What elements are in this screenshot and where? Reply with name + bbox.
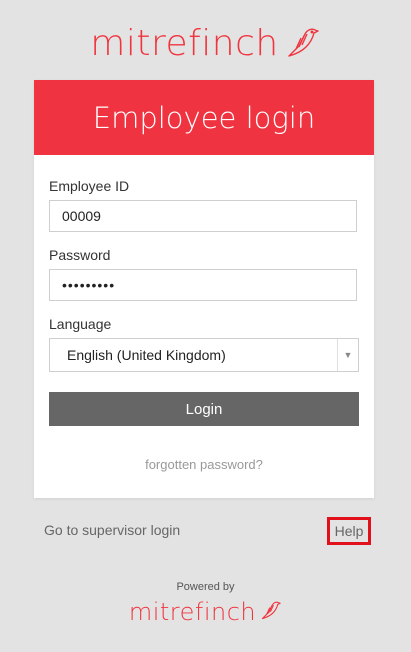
help-link[interactable]: Help: [327, 517, 371, 545]
forgot-password-link[interactable]: forgotten password?: [34, 457, 374, 472]
footer-brand-name: mitrefinch: [128, 598, 257, 626]
help-label: Help: [334, 523, 364, 539]
employee-id-label: Employee ID: [49, 178, 130, 194]
supervisor-login-link[interactable]: Go to supervisor login: [44, 522, 180, 538]
password-field[interactable]: •••••••••: [49, 269, 357, 301]
brand-name: mitrefinch: [90, 23, 279, 64]
bird-logo-icon: [260, 599, 282, 626]
language-label: Language: [49, 316, 112, 332]
brand-logo: mitrefinch: [0, 22, 411, 66]
language-select-value: English (United Kingdom): [67, 347, 226, 363]
employee-id-field[interactable]: 00009: [49, 200, 357, 232]
login-button[interactable]: Login: [49, 392, 359, 426]
footer-brand-logo: mitrefinch: [0, 597, 411, 627]
powered-by-label: Powered by: [176, 581, 235, 593]
card-title: Employee login: [92, 100, 316, 135]
language-select[interactable]: English (United Kingdom) ▼: [49, 338, 359, 372]
password-label: Password: [49, 247, 111, 263]
card-header: Employee login: [34, 80, 374, 155]
chevron-down-icon[interactable]: ▼: [337, 339, 358, 371]
bird-logo-icon: [285, 24, 321, 65]
login-card: Employee login Employee ID 00009 Passwor…: [34, 80, 374, 498]
